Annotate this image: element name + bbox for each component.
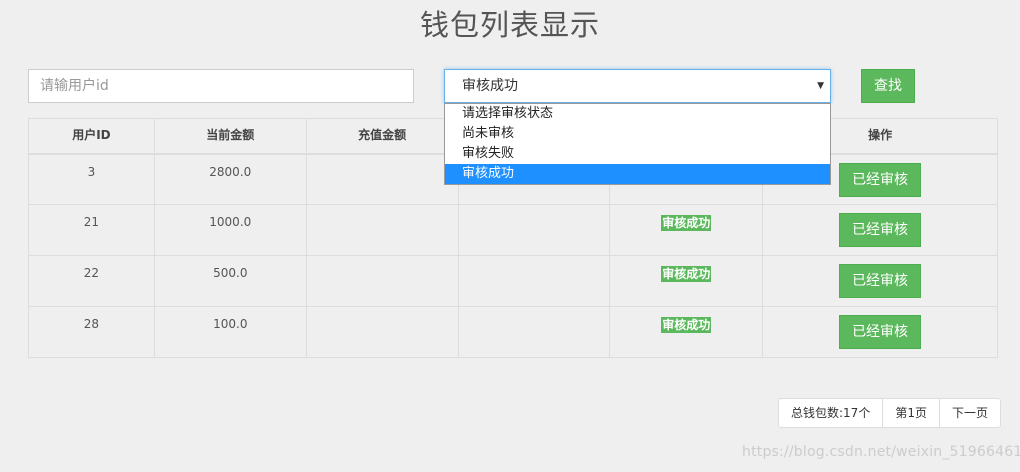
cell-col4 [457, 255, 611, 307]
cell-user-id: 3 [28, 153, 155, 205]
cell-balance: 100.0 [153, 306, 307, 358]
user-id-search-input[interactable] [28, 69, 414, 103]
dropdown-option[interactable]: 审核失败 [445, 144, 830, 164]
cell-balance: 1000.0 [153, 204, 307, 256]
approved-button[interactable]: 已经审核 [839, 162, 922, 197]
cell-status: 审核成功 [609, 306, 764, 358]
dropdown-arrow-icon: ▼ [817, 81, 824, 91]
status-badge: 审核成功 [661, 317, 712, 333]
dropdown-option[interactable]: 请选择审核状态 [445, 104, 830, 124]
cell-action: 已经审核 [762, 255, 998, 307]
cell-balance: 2800.0 [153, 153, 307, 205]
cell-status: 审核成功 [609, 255, 764, 307]
cell-recharge [305, 255, 459, 307]
header-balance: 当前金额 [153, 118, 307, 155]
approved-button[interactable]: 已经审核 [839, 264, 922, 298]
cell-user-id: 28 [28, 306, 155, 358]
status-badge: 审核成功 [661, 215, 712, 231]
audit-status-dropdown-list: 请选择审核状态 尚未审核 审核失败 审核成功 [444, 103, 831, 185]
audit-status-selected-value: 审核成功 [462, 78, 518, 94]
header-user-id: 用户ID [28, 118, 155, 155]
current-page[interactable]: 第1页 [882, 398, 940, 428]
dropdown-option[interactable]: 尚未审核 [445, 124, 830, 144]
cell-recharge [305, 153, 459, 205]
approved-button[interactable]: 已经审核 [839, 213, 922, 247]
cell-recharge [305, 204, 459, 256]
page-title: 钱包列表显示 [419, 8, 600, 42]
cell-action: 已经审核 [762, 306, 998, 358]
next-page-button[interactable]: 下一页 [938, 398, 1001, 428]
pagination: 总钱包数:17个 第1页 下一页 [778, 398, 1001, 428]
cell-action: 已经审核 [762, 204, 998, 256]
status-badge: 审核成功 [661, 266, 712, 282]
cell-status: 审核成功 [609, 204, 764, 256]
cell-balance: 500.0 [153, 255, 307, 307]
table-row: 22 500.0 审核成功 已经审核 [28, 255, 998, 307]
total-wallets-count: 总钱包数:17个 [778, 398, 884, 428]
table-row: 21 1000.0 审核成功 已经审核 [28, 204, 998, 256]
cell-recharge [305, 306, 459, 358]
approved-button[interactable]: 已经审核 [839, 315, 922, 349]
dropdown-option-selected[interactable]: 审核成功 [445, 164, 830, 184]
cell-user-id: 21 [28, 204, 155, 256]
watermark: https://blog.csdn.net/weixin_51966461 [742, 444, 1020, 460]
cell-user-id: 22 [28, 255, 155, 307]
audit-status-select[interactable]: 审核成功 ▼ [444, 69, 831, 103]
find-button[interactable]: 查找 [861, 69, 915, 103]
table-row: 28 100.0 审核成功 已经审核 [28, 306, 998, 358]
cell-col4 [457, 204, 611, 256]
cell-col4 [457, 306, 611, 358]
header-recharge: 充值金额 [305, 118, 459, 155]
